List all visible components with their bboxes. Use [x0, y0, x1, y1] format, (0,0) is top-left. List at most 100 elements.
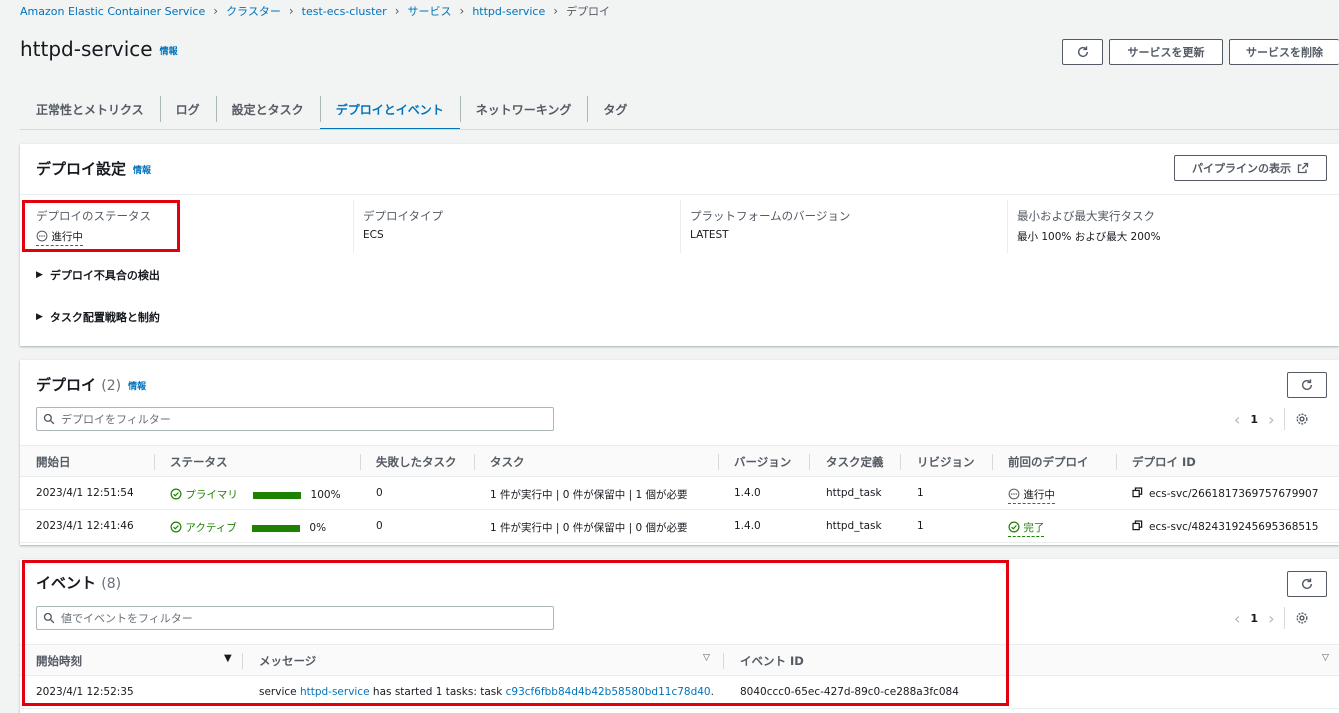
- delete-service-button[interactable]: サービスを削除: [1229, 39, 1339, 65]
- success-check-icon: [170, 488, 182, 500]
- pager-divider: [1284, 408, 1286, 430]
- info-link[interactable]: 情報: [128, 382, 146, 392]
- col-previous-deploy[interactable]: 前回のデプロイ: [1008, 454, 1089, 470]
- refresh-button[interactable]: [1062, 39, 1103, 65]
- chevron-right-icon: ›: [288, 4, 294, 18]
- chevron-left-icon[interactable]: ‹: [1234, 609, 1240, 628]
- expand-placement-strategy[interactable]: ▶ タスク配置戦略と制約: [36, 309, 160, 325]
- tab-health[interactable]: 正常性とメトリクス: [20, 88, 160, 130]
- breadcrumb: Amazon Elastic Container Service › クラスター…: [20, 3, 610, 19]
- cell-status: アクティブ 0%: [170, 520, 326, 535]
- col-task-definition[interactable]: タスク定義: [826, 454, 884, 470]
- tab-deployments[interactable]: デプロイとイベント: [319, 88, 460, 130]
- deployments-title: デプロイ (2) 情報: [36, 374, 146, 395]
- prev-deploy-text: 完了: [1023, 522, 1045, 534]
- tab-tags[interactable]: タグ: [587, 88, 643, 130]
- cell-prev-deploy: 完了: [1008, 520, 1045, 537]
- success-check-icon: [1008, 521, 1020, 533]
- page-number[interactable]: 1: [1250, 413, 1258, 426]
- panel-divider: [20, 194, 1339, 195]
- deploy-settings-title-text: デプロイ設定: [36, 160, 127, 178]
- status-text: アクティブ: [185, 522, 237, 534]
- column-divider: [680, 200, 681, 253]
- prev-deploy-text: 進行中: [1023, 489, 1055, 501]
- col-revision[interactable]: リビジョン: [917, 454, 975, 470]
- prev-deploy-status[interactable]: 進行中: [1008, 488, 1055, 504]
- col-start-date[interactable]: 開始日: [36, 454, 71, 470]
- cell-revision-link[interactable]: 1: [917, 487, 924, 499]
- external-link-icon: [1297, 162, 1309, 174]
- pager-divider: [1284, 607, 1286, 629]
- column-divider: [1007, 200, 1008, 253]
- tab-config[interactable]: 設定とタスク: [215, 88, 320, 130]
- col-tasks[interactable]: タスク: [490, 454, 525, 470]
- cell-deploy-id: ecs-svc/2661817369757679907: [1132, 487, 1318, 500]
- breadcrumb-services[interactable]: サービス: [408, 3, 452, 19]
- events-pagination: ‹ 1 ›: [1234, 607, 1309, 629]
- col-failed-tasks[interactable]: 失敗したタスク: [376, 454, 457, 470]
- deployments-filter-input[interactable]: [61, 412, 521, 426]
- column-separator: [900, 454, 901, 470]
- deployments-filter[interactable]: [36, 407, 554, 431]
- min-max-tasks-label: 最小および最大実行タスク: [1017, 209, 1155, 223]
- breadcrumb-ecs[interactable]: Amazon Elastic Container Service: [20, 5, 205, 18]
- info-link[interactable]: 情報: [133, 166, 151, 176]
- caret-right-icon: ▶: [36, 312, 43, 322]
- tab-logs[interactable]: ログ: [159, 88, 216, 130]
- success-check-icon: [170, 521, 182, 533]
- chevron-right-icon[interactable]: ›: [1268, 410, 1274, 429]
- col-version[interactable]: バージョン: [734, 454, 791, 470]
- breadcrumb-clusters[interactable]: クラスター: [226, 3, 281, 19]
- column-separator: [992, 454, 993, 470]
- settings-gear-icon[interactable]: [1295, 412, 1309, 426]
- table-row: 2023/4/1 12:51:54 プライマリ 100% 0 1 件が実行中 |…: [20, 477, 1339, 510]
- cell-task-definition-link[interactable]: httpd_task: [826, 520, 882, 532]
- cell-task-definition-link[interactable]: httpd_task: [826, 487, 882, 499]
- prev-deploy-status[interactable]: 完了: [1008, 521, 1045, 537]
- col-status[interactable]: ステータス: [170, 454, 228, 470]
- copy-icon[interactable]: [1132, 520, 1143, 531]
- chevron-right-icon: ›: [459, 4, 465, 18]
- events-refresh-button[interactable]: [1287, 571, 1327, 597]
- column-separator: [718, 454, 719, 470]
- tab-networking[interactable]: ネットワーキング: [459, 88, 588, 130]
- cell-start: 2023/4/1 12:51:54: [36, 487, 134, 499]
- col-deploy-id[interactable]: デプロイ ID: [1132, 454, 1196, 470]
- progress-bar: [252, 524, 301, 532]
- breadcrumb-service[interactable]: httpd-service: [472, 5, 545, 18]
- deployments-count: (2): [101, 378, 122, 394]
- breadcrumb-cluster[interactable]: test-ecs-cluster: [302, 5, 387, 18]
- expand-placement-strategy-label: タスク配置戦略と制約: [49, 311, 160, 324]
- view-pipeline-button[interactable]: パイプラインの表示: [1174, 155, 1327, 181]
- cell-revision-link[interactable]: 1: [917, 520, 924, 532]
- deployments-refresh-button[interactable]: [1287, 372, 1327, 398]
- min-max-tasks-value: 最小 100% および最大 200%: [1017, 231, 1161, 243]
- cell-start: 2023/4/1 12:41:46: [36, 520, 134, 532]
- view-pipeline-label: パイプラインの表示: [1192, 162, 1291, 175]
- cell-prev-deploy: 進行中: [1008, 487, 1055, 504]
- deploy-type-value: ECS: [363, 229, 384, 241]
- search-icon: [43, 413, 55, 425]
- expand-failure-detection[interactable]: ▶ デプロイ不具合の検出: [36, 267, 160, 283]
- platform-version-label: プラットフォームのバージョン: [690, 209, 851, 223]
- page-number[interactable]: 1: [1250, 612, 1258, 625]
- table-row: 2023/4/1 12:41:46 アクティブ 0% 0 1 件が実行中 | 0…: [20, 510, 1339, 543]
- cell-version: 1.4.0: [734, 487, 761, 499]
- annotation-box-events: [22, 560, 1009, 706]
- settings-gear-icon[interactable]: [1295, 611, 1309, 625]
- chevron-right-icon[interactable]: ›: [1268, 609, 1274, 628]
- platform-version-value: LATEST: [690, 229, 729, 241]
- caret-right-icon: ▶: [36, 270, 43, 280]
- chevron-left-icon[interactable]: ‹: [1234, 410, 1240, 429]
- info-link[interactable]: 情報: [160, 47, 178, 57]
- cell-status: プライマリ 100%: [170, 487, 341, 502]
- copy-icon[interactable]: [1132, 487, 1143, 498]
- page-title: httpd-service 情報: [20, 37, 178, 61]
- update-service-button[interactable]: サービスを更新: [1109, 39, 1223, 65]
- page-title-text: httpd-service: [20, 37, 153, 61]
- deploy-settings-title: デプロイ設定 情報: [36, 158, 151, 179]
- sort-icon[interactable]: ▽: [1322, 653, 1329, 663]
- chevron-right-icon: ›: [553, 4, 559, 18]
- column-separator: [809, 454, 810, 470]
- cell-tasks: 1 件が実行中 | 0 件が保留中 | 0 個が必要: [490, 522, 688, 534]
